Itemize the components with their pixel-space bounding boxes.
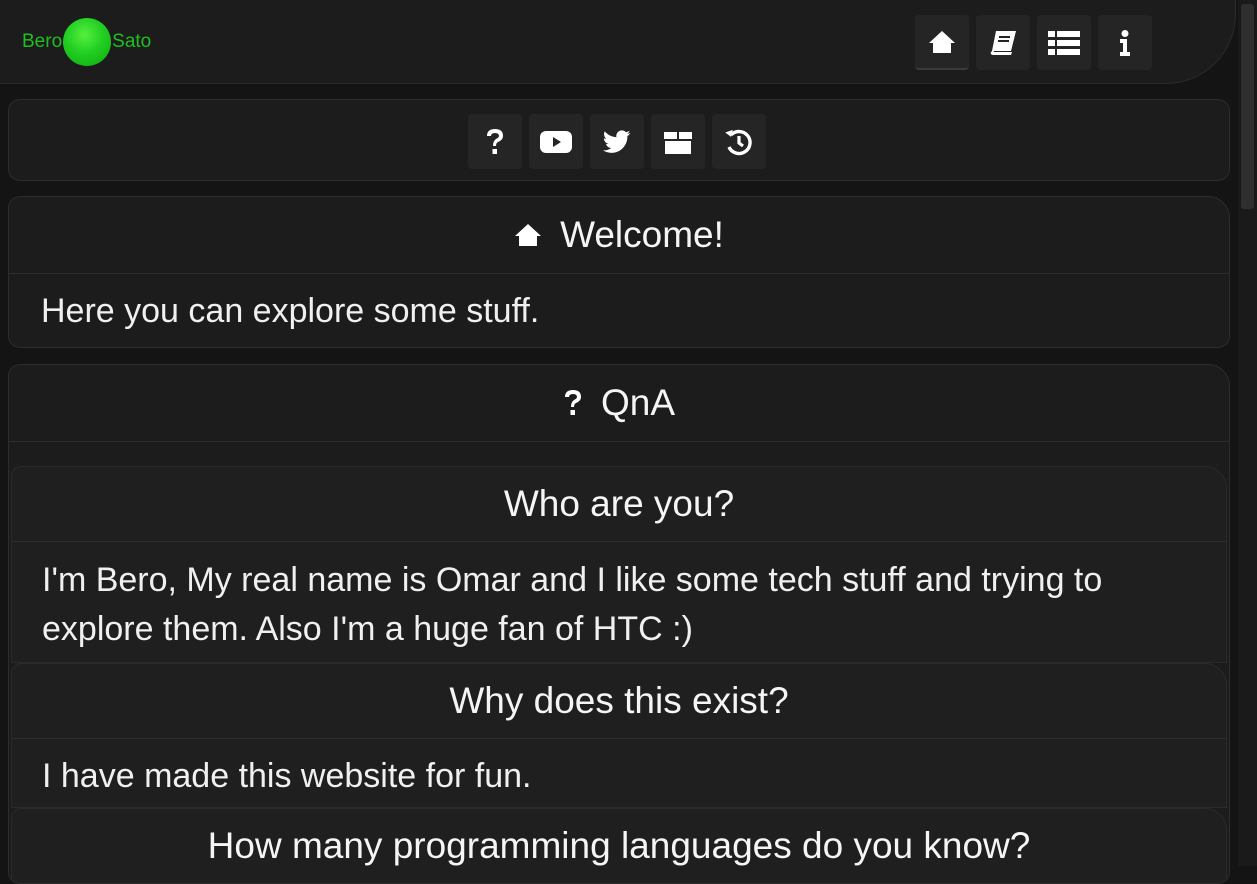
qna-answer: I'm Bero, My real name is Omar and I lik… <box>42 561 1103 648</box>
welcome-title: Welcome! <box>560 214 724 255</box>
scrollbar-thumb[interactable] <box>1241 4 1254 209</box>
nav-home-button[interactable] <box>915 15 969 70</box>
qna-item: Why does this exist? I have made this we… <box>11 663 1227 808</box>
youtube-icon <box>540 130 572 153</box>
question-icon <box>563 389 583 417</box>
page-scrollbar[interactable] <box>1238 0 1257 866</box>
qna-question: Why does this exist? <box>12 664 1226 739</box>
qna-spacer <box>9 442 1229 466</box>
twitter-icon <box>603 129 631 154</box>
qna-question: Who are you? <box>12 467 1226 542</box>
list-icon <box>1048 30 1080 55</box>
home-icon <box>514 223 542 247</box>
history-link-button[interactable] <box>712 114 766 169</box>
qna-card-header: QnA <box>9 365 1229 442</box>
qna-item: Who are you? I'm Bero, My real name is O… <box>11 466 1227 663</box>
social-links <box>468 114 766 169</box>
question-icon <box>485 128 505 156</box>
qna-item: How many programming languages do you kn… <box>11 808 1227 883</box>
qna-card: QnA Who are you? I'm Bero, My real name … <box>8 364 1230 884</box>
book-icon <box>989 30 1017 56</box>
qna-question: How many programming languages do you kn… <box>12 809 1226 883</box>
info-icon <box>1118 29 1132 56</box>
site-logo[interactable]: Bero Sato <box>22 18 151 66</box>
brand-left-text: Bero <box>22 31 63 52</box>
main-nav <box>915 15 1152 70</box>
twitter-link-button[interactable] <box>590 114 644 169</box>
qna-title: QnA <box>600 382 676 423</box>
qna-answer: I have made this website for fun. <box>42 757 532 795</box>
history-icon <box>725 128 753 156</box>
top-header: Bero Sato <box>0 0 1236 84</box>
youtube-link-button[interactable] <box>529 114 583 169</box>
green-ball-logo-icon <box>63 18 112 66</box>
nav-book-button[interactable] <box>976 15 1030 70</box>
welcome-card: Welcome! Here you can explore some stuff… <box>8 196 1230 348</box>
welcome-card-header: Welcome! <box>9 197 1229 274</box>
nav-info-button[interactable] <box>1098 15 1152 70</box>
gift-link-button[interactable] <box>651 114 705 169</box>
welcome-text: Here you can explore some stuff. <box>41 292 540 330</box>
home-icon <box>928 30 956 54</box>
gift-icon <box>663 129 693 155</box>
qna-link-button[interactable] <box>468 114 522 169</box>
social-bar <box>8 99 1230 181</box>
brand-right-text: Sato <box>112 31 152 52</box>
nav-list-button[interactable] <box>1037 15 1091 70</box>
